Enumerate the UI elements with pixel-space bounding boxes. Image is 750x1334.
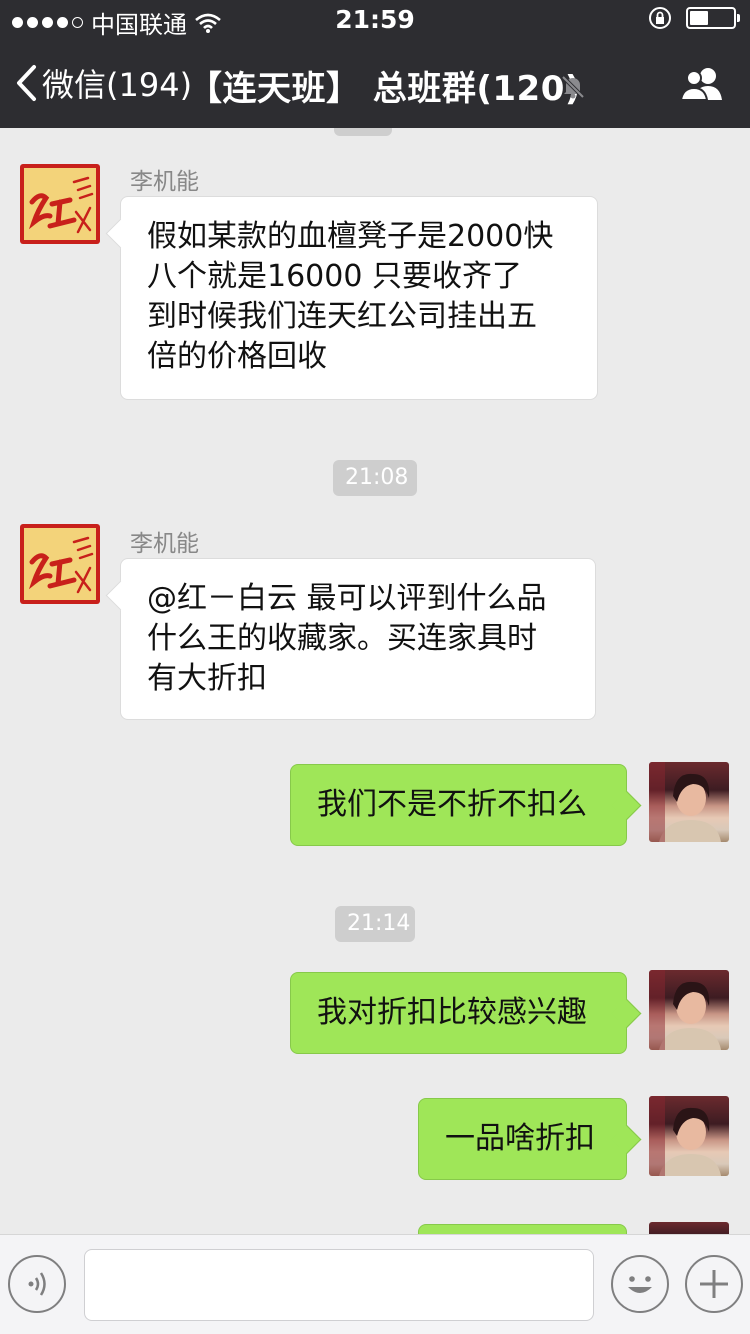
emoji-button[interactable] <box>611 1255 669 1313</box>
red-logo-icon <box>28 536 94 594</box>
status-bar: 中国联通 21:59 <box>0 0 750 40</box>
user-photo-icon <box>649 762 721 842</box>
user-photo-icon <box>649 970 721 1050</box>
avatar[interactable] <box>649 1222 729 1234</box>
input-bar <box>0 1234 750 1334</box>
user-photo-icon <box>649 1096 721 1176</box>
message-bubble[interactable]: 我对折扣比较感兴趣 <box>290 972 627 1054</box>
group-members-icon[interactable] <box>680 66 726 102</box>
message-list[interactable]: 李机能 假如某款的血檀凳子是2000快 八个就是16000 只要收齐了 到时候我… <box>0 128 750 1234</box>
avatar[interactable] <box>649 762 729 842</box>
wechat-chat-screen: 中国联通 21:59 微信(194) 【连天班】 总班群(120) 李机能 假如… <box>0 0 750 1334</box>
sender-name: 李机能 <box>130 169 199 195</box>
message-bubble[interactable]: 假如某款的血檀凳子是2000快 八个就是16000 只要收齐了 到时候我们连天红… <box>120 196 598 400</box>
emoji-icon <box>628 1276 652 1293</box>
chat-title: 【连天班】 总班群(120) <box>188 69 581 109</box>
message-bubble[interactable]: @红－白云 最可以评到什么品 什么王的收藏家。买连家具时 有大折扣 <box>120 558 596 720</box>
status-right <box>648 6 740 30</box>
red-logo-icon <box>28 176 94 234</box>
nav-bar: 微信(194) 【连天班】 总班群(120) <box>0 40 750 128</box>
timestamp-chip: 21:08 <box>333 460 417 496</box>
voice-button[interactable] <box>8 1255 66 1313</box>
message-bubble[interactable]: 我们不是不折不扣么 <box>290 764 627 846</box>
back-label: 微信(194) <box>42 66 193 104</box>
voice-icon <box>28 1272 46 1296</box>
more-button[interactable] <box>685 1255 743 1313</box>
sender-name: 李机能 <box>130 531 199 557</box>
avatar[interactable] <box>649 1096 729 1176</box>
plus-icon <box>700 1270 728 1298</box>
timestamp-chip: 21:14 <box>335 906 415 942</box>
avatar[interactable] <box>20 524 100 604</box>
message-input[interactable] <box>84 1249 594 1321</box>
message-bubble[interactable]: 一品啥折扣 <box>418 1098 627 1180</box>
rotation-lock-icon <box>649 7 671 29</box>
avatar[interactable] <box>20 164 100 244</box>
chevron-left-icon <box>17 65 36 101</box>
timestamp-chip <box>334 128 392 136</box>
battery-icon <box>686 7 740 29</box>
back-button[interactable]: 微信(194) <box>14 60 192 106</box>
status-time: 21:59 <box>335 5 415 34</box>
avatar[interactable] <box>649 970 729 1050</box>
bell-muted-icon <box>561 75 585 99</box>
message-bubble-partial[interactable] <box>418 1224 627 1234</box>
